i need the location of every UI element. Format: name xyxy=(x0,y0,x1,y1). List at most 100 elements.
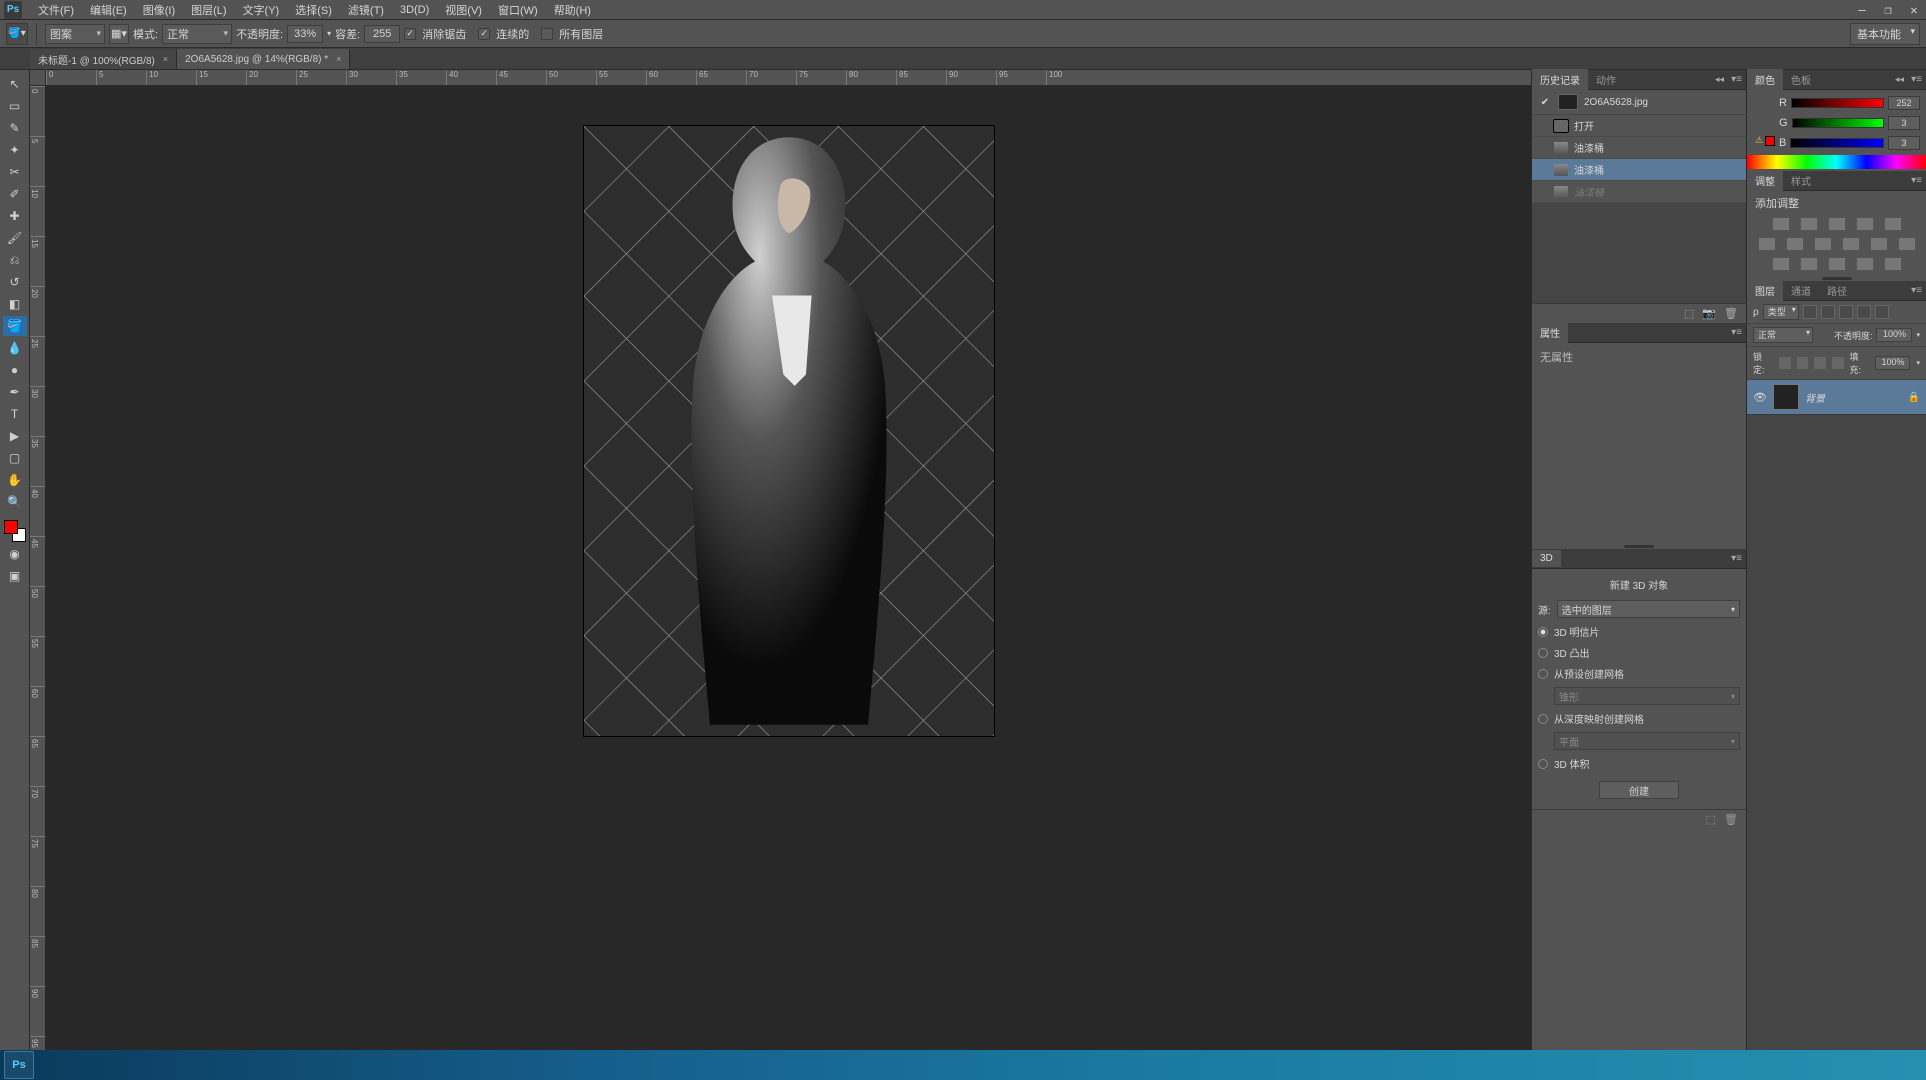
3d-create-button[interactable]: 创建 xyxy=(1599,781,1679,799)
b-slider[interactable] xyxy=(1790,138,1884,148)
pen-tool-icon[interactable]: ✒ xyxy=(3,382,27,402)
healing-tool-icon[interactable]: ✚ xyxy=(3,206,27,226)
menu-filter[interactable]: 滤镜(T) xyxy=(340,0,392,20)
menu-help[interactable]: 帮助(H) xyxy=(546,0,599,20)
r-slider[interactable] xyxy=(1791,98,1884,108)
threshold-adjust-icon[interactable] xyxy=(1828,257,1846,271)
snapshot-icon[interactable]: 📷 xyxy=(1702,307,1716,320)
tab-paths[interactable]: 路径 xyxy=(1819,280,1855,301)
quickmask-tool-icon[interactable]: ◉ xyxy=(3,544,27,564)
gamut-warning-icon[interactable]: ⚠ xyxy=(1753,134,1765,146)
tab-history[interactable]: 历史记录 xyxy=(1532,69,1588,90)
g-value[interactable]: 3 xyxy=(1888,116,1920,130)
delete-state-icon[interactable]: 🗑 xyxy=(1724,307,1738,320)
channelmixer-adjust-icon[interactable] xyxy=(1870,237,1888,251)
bw-adjust-icon[interactable] xyxy=(1814,237,1832,251)
marquee-tool-icon[interactable]: ▭ xyxy=(3,96,27,116)
blur-tool-icon[interactable]: 💧 xyxy=(3,338,27,358)
history-brush-source-icon[interactable]: ✔ xyxy=(1538,97,1552,108)
hand-tool-icon[interactable]: ✋ xyxy=(3,470,27,490)
hue-adjust-icon[interactable] xyxy=(1758,237,1776,251)
contiguous-checkbox[interactable] xyxy=(478,28,490,40)
brush-tool-icon[interactable]: 🖌 xyxy=(3,228,27,248)
photofilter-adjust-icon[interactable] xyxy=(1842,237,1860,251)
all-layers-checkbox[interactable] xyxy=(541,28,553,40)
tab-adjustments[interactable]: 调整 xyxy=(1747,170,1783,191)
panel-menu-icon[interactable]: ▾≡ xyxy=(1731,74,1742,85)
3d-render-icon[interactable]: ⬚ xyxy=(1706,813,1716,826)
document-tab-2[interactable]: 2O6A5628.jpg @ 14%(RGB/8) *× xyxy=(177,49,350,69)
layer-opacity-input[interactable]: 100% xyxy=(1876,328,1912,342)
invert-adjust-icon[interactable] xyxy=(1772,257,1790,271)
menu-type[interactable]: 文字(Y) xyxy=(235,0,288,20)
filter-pixel-icon[interactable] xyxy=(1803,305,1817,319)
crop-tool-icon[interactable]: ✂ xyxy=(3,162,27,182)
color-ramp[interactable] xyxy=(1747,155,1926,169)
layer-row-background[interactable]: 👁 背景 🔒 xyxy=(1747,380,1926,415)
paint-bucket-tool-icon[interactable]: 🪣 xyxy=(3,316,27,336)
lasso-tool-icon[interactable]: ✎ xyxy=(3,118,27,138)
posterize-adjust-icon[interactable] xyxy=(1800,257,1818,271)
vibrance-adjust-icon[interactable] xyxy=(1884,217,1902,231)
brightness-adjust-icon[interactable] xyxy=(1772,217,1790,231)
tab-channels[interactable]: 通道 xyxy=(1783,280,1819,301)
menu-window[interactable]: 窗口(W) xyxy=(490,0,546,20)
menu-image[interactable]: 图像(I) xyxy=(135,0,183,20)
fill-source-dropdown[interactable]: 图案 xyxy=(45,24,105,44)
horizontal-ruler[interactable]: 0510152025303540455055606570758085909510… xyxy=(46,70,1531,86)
3d-volume-radio[interactable] xyxy=(1538,759,1548,769)
gradientmap-adjust-icon[interactable] xyxy=(1856,257,1874,271)
opacity-input[interactable]: 33% xyxy=(287,25,323,43)
filter-smart-icon[interactable] xyxy=(1875,305,1889,319)
stamp-tool-icon[interactable]: ⎌ xyxy=(3,250,27,270)
visibility-icon[interactable]: 👁 xyxy=(1753,391,1767,404)
fill-input[interactable]: 100% xyxy=(1875,356,1910,370)
close-tab-icon[interactable]: × xyxy=(163,54,168,64)
curves-adjust-icon[interactable] xyxy=(1828,217,1846,231)
layer-thumbnail[interactable] xyxy=(1773,384,1799,410)
canvas-viewport[interactable] xyxy=(46,86,1531,1058)
new-doc-from-state-icon[interactable]: ⬚ xyxy=(1684,307,1694,320)
history-brush-tool-icon[interactable]: ↺ xyxy=(3,272,27,292)
b-value[interactable]: 3 xyxy=(1888,136,1920,150)
panel-menu-icon[interactable]: ▾≡ xyxy=(1731,327,1742,338)
zoom-tool-icon[interactable]: 🔍 xyxy=(3,492,27,512)
history-step[interactable]: 打开 xyxy=(1532,115,1746,137)
pattern-picker[interactable]: ▦▾ xyxy=(109,24,129,44)
window-minimize-button[interactable]: — xyxy=(1850,1,1874,19)
menu-layer[interactable]: 图层(L) xyxy=(183,0,234,20)
tab-styles[interactable]: 样式 xyxy=(1783,170,1819,191)
tab-swatches[interactable]: 色板 xyxy=(1783,69,1819,90)
document-tab-1[interactable]: 未标题-1 @ 100%(RGB/8)× xyxy=(30,49,177,69)
3d-source-dropdown[interactable]: 选中的图层 xyxy=(1557,600,1740,618)
type-tool-icon[interactable]: T xyxy=(3,404,27,424)
panel-menu-icon[interactable]: ▾≡ xyxy=(1911,285,1922,296)
filter-type-icon[interactable] xyxy=(1839,305,1853,319)
lock-all-icon[interactable] xyxy=(1832,357,1844,369)
eraser-tool-icon[interactable]: ◧ xyxy=(3,294,27,314)
window-close-button[interactable]: ✕ xyxy=(1902,1,1926,19)
move-tool-icon[interactable]: ↖ xyxy=(3,74,27,94)
os-taskbar[interactable]: Ps xyxy=(0,1050,1926,1080)
3d-preset-mesh-radio[interactable] xyxy=(1538,669,1548,679)
colorbalance-adjust-icon[interactable] xyxy=(1786,237,1804,251)
lock-pixels-icon[interactable] xyxy=(1797,357,1809,369)
colorlookup-adjust-icon[interactable] xyxy=(1898,237,1916,251)
menu-view[interactable]: 视图(V) xyxy=(437,0,490,20)
history-step[interactable]: 油漆桶 xyxy=(1532,137,1746,159)
panel-menu-icon[interactable]: ▾≡ xyxy=(1731,553,1742,564)
mode-dropdown[interactable]: 正常 xyxy=(162,24,232,44)
tab-properties[interactable]: 属性 xyxy=(1532,322,1568,343)
menu-edit[interactable]: 编辑(E) xyxy=(82,0,135,20)
levels-adjust-icon[interactable] xyxy=(1800,217,1818,231)
magic-wand-tool-icon[interactable]: ✦ xyxy=(3,140,27,160)
lock-transparent-icon[interactable] xyxy=(1779,357,1791,369)
panel-menu-icon[interactable]: ▾≡ xyxy=(1911,74,1922,85)
eyedropper-tool-icon[interactable]: ✐ xyxy=(3,184,27,204)
window-maximize-button[interactable]: ❐ xyxy=(1876,1,1900,19)
r-value[interactable]: 252 xyxy=(1888,96,1920,110)
tab-layers[interactable]: 图层 xyxy=(1747,280,1783,301)
screenmode-tool-icon[interactable]: ▣ xyxy=(3,566,27,586)
lock-position-icon[interactable] xyxy=(1814,357,1826,369)
closest-color-swatch[interactable] xyxy=(1765,136,1775,146)
